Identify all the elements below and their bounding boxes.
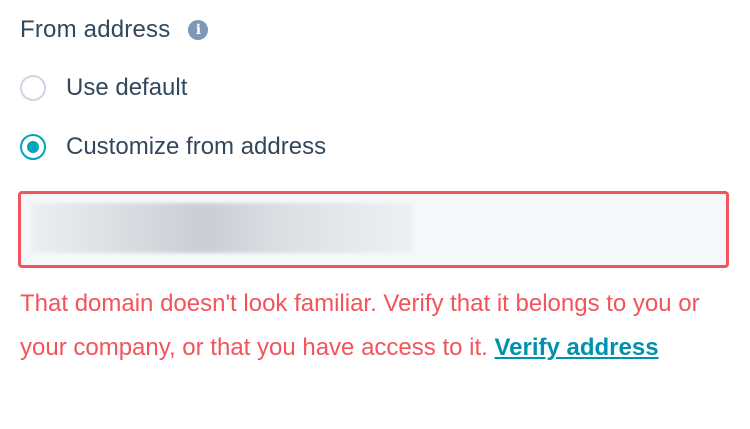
radio-button-customize[interactable] [20, 134, 46, 160]
error-message: That domain doesn't look familiar. Verif… [20, 282, 720, 370]
verify-address-link[interactable]: Verify address [494, 334, 658, 361]
from-address-input[interactable] [18, 191, 729, 268]
radio-label-customize: Customize from address [66, 133, 327, 160]
radio-button-use-default[interactable] [20, 75, 46, 101]
radio-selected-dot [27, 141, 39, 153]
radio-option-customize[interactable]: Customize from address [20, 129, 326, 165]
field-label: From address [20, 16, 171, 43]
from-address-header: From address i [20, 12, 209, 48]
radio-option-use-default[interactable]: Use default [20, 70, 187, 106]
info-icon[interactable]: i [188, 20, 209, 40]
redacted-input-value [31, 203, 414, 253]
radio-label-use-default: Use default [66, 74, 188, 101]
